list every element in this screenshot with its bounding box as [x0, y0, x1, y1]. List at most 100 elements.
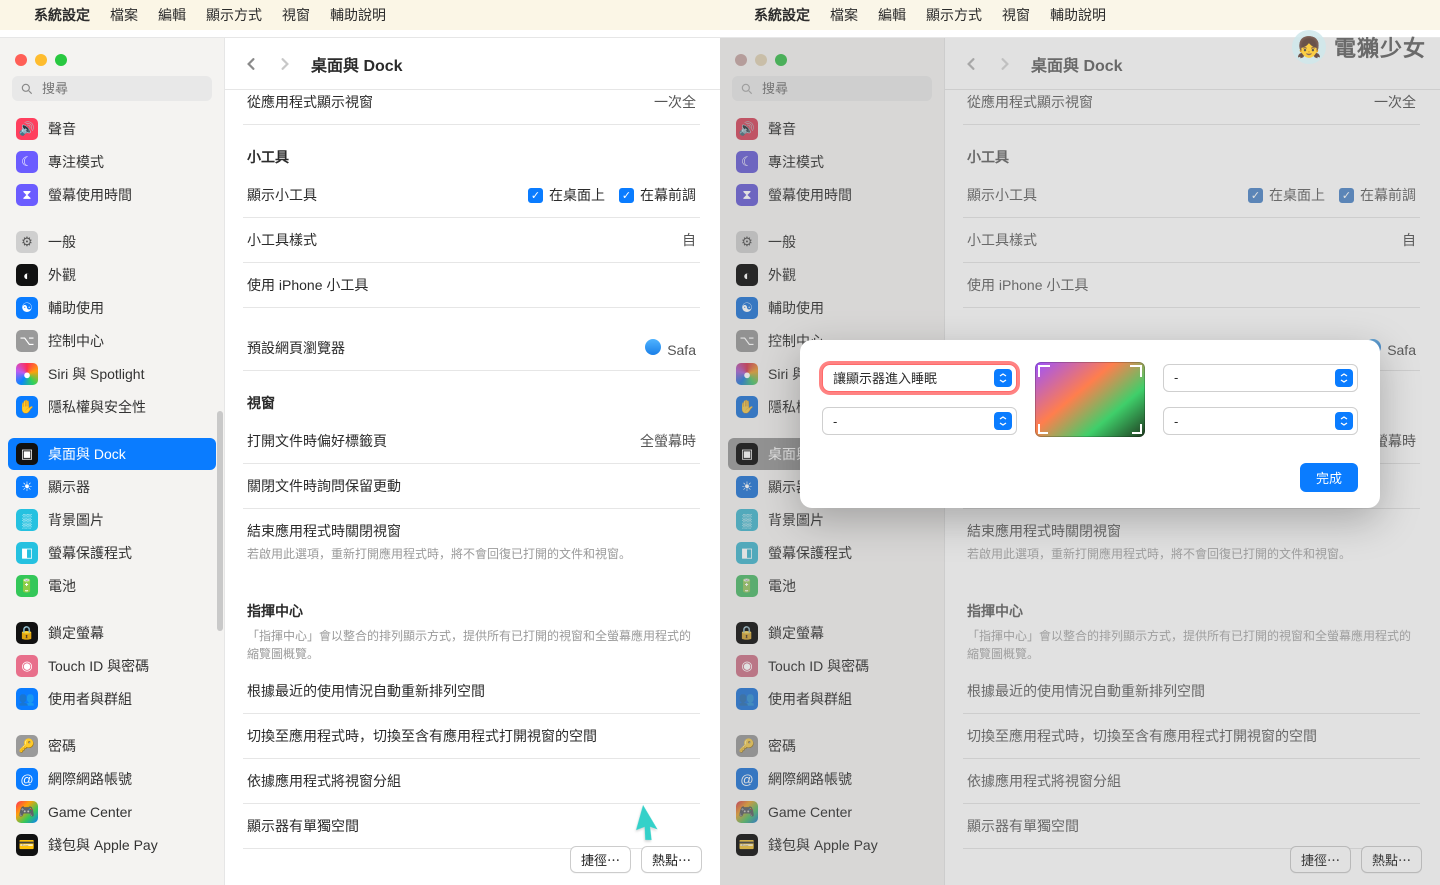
menubar: 系統設定 檔案 編輯 顯示方式 視窗 輔助說明: [0, 0, 720, 30]
zoom-icon[interactable]: [55, 54, 67, 66]
sidebar-item-icon: @: [16, 768, 38, 790]
done-button[interactable]: 完成: [1300, 463, 1358, 492]
close-icon[interactable]: [15, 54, 27, 66]
forward-button[interactable]: [271, 50, 299, 78]
sidebar-item-icon: 🔑: [16, 735, 38, 757]
sidebar-item[interactable]: 🎮Game Center: [8, 796, 216, 828]
sidebar-item-icon: ▣: [16, 443, 38, 465]
setting-row[interactable]: 依據應用程式將視窗分組: [243, 759, 700, 804]
content-toolbar: 桌面與 Dock: [225, 38, 720, 90]
setting-row-prefer-tabs[interactable]: 打開文件時偏好標籤頁全螢幕時: [243, 419, 700, 464]
minimize-icon[interactable]: [35, 54, 47, 66]
menubar-item[interactable]: 顯示方式: [926, 5, 982, 25]
hotcorners-button[interactable]: 熱點⋯: [641, 846, 702, 873]
back-button[interactable]: [237, 50, 265, 78]
sidebar-item[interactable]: ☾專注模式: [8, 146, 216, 178]
checkbox-desktop[interactable]: ✓在桌面上: [528, 185, 605, 205]
page-title: 桌面與 Dock: [311, 52, 403, 76]
scrollbar-thumb[interactable]: [217, 411, 223, 631]
sidebar-item-icon: 💳: [16, 834, 38, 856]
sidebar-item[interactable]: ◉Touch ID 與密碼: [8, 650, 216, 682]
menubar-item[interactable]: 編輯: [878, 5, 906, 25]
menubar-item[interactable]: 視窗: [282, 5, 310, 25]
setting-row: 從應用程式顯示視窗一次全: [243, 90, 700, 125]
setting-row-widget-style[interactable]: 小工具樣式自: [243, 218, 700, 263]
sidebar-item[interactable]: 🔒 鎖定螢幕: [8, 617, 216, 649]
sidebar-item-label: Touch ID 與密碼: [48, 656, 149, 676]
sidebar-item-icon: 👥: [16, 688, 38, 710]
sidebar-item[interactable]: 🔋電池: [8, 570, 216, 602]
menubar-item[interactable]: 輔助說明: [330, 5, 386, 25]
corner-select-bottom-left[interactable]: -: [822, 407, 1017, 435]
sidebar-item-label: 顯示器: [48, 477, 90, 497]
sidebar-item[interactable]: ●Siri 與 Spotlight: [8, 358, 216, 390]
checkbox-icon: ✓: [528, 188, 543, 203]
sidebar-item[interactable]: ⚙ 一般: [8, 226, 216, 258]
sidebar-item[interactable]: 🔑密碼: [8, 730, 216, 762]
sidebar-item-icon: ▒: [16, 509, 38, 531]
dropdown-icon: [994, 412, 1012, 430]
content-footer: 捷徑⋯ 熱點⋯: [570, 846, 702, 873]
menubar-item[interactable]: 編輯: [158, 5, 186, 25]
sidebar-item[interactable]: ◐外觀: [8, 259, 216, 291]
menubar-item[interactable]: 視窗: [1002, 5, 1030, 25]
sidebar-item[interactable]: ⧗螢幕使用時間: [8, 179, 216, 211]
sidebar-item-label: 鎖定螢幕: [48, 623, 104, 643]
chevron-left-icon: [245, 58, 257, 70]
corner-select-bottom-right[interactable]: -: [1163, 407, 1358, 435]
sidebar-item-icon: ⚙: [16, 231, 38, 253]
setting-row[interactable]: 根據最近的使用情況自動重新排列空間: [243, 669, 700, 714]
sidebar-item-icon: ◐: [16, 264, 38, 286]
setting-row-ask-keep-changes[interactable]: 關閉文件時詢問保留更動: [243, 464, 700, 509]
sidebar-item[interactable]: 💳錢包與 Apple Pay: [8, 829, 216, 861]
sidebar-item-icon: ⌥: [16, 330, 38, 352]
sidebar-item[interactable]: ☯輔助使用: [8, 292, 216, 324]
setting-row-default-browser[interactable]: 預設網頁瀏覽器Safa: [243, 326, 700, 371]
sidebar-item[interactable]: ✋隱私權與安全性: [8, 391, 216, 423]
setting-row-close-windows[interactable]: 結束應用程式時關閉視窗 若啟用此選項，重新打開應用程式時，將不會回復已打開的文件…: [243, 509, 700, 575]
corner-select-top-left[interactable]: 讓顯示器進入睡眠: [822, 364, 1017, 392]
sidebar-item-label: Game Center: [48, 804, 132, 820]
search-input[interactable]: [12, 76, 212, 101]
sidebar-item-icon: ✋: [16, 396, 38, 418]
sidebar-item[interactable]: ◧螢幕保護程式: [8, 537, 216, 569]
checkbox-stage[interactable]: ✓在幕前調: [619, 185, 696, 205]
menubar-item[interactable]: 輔助說明: [1050, 5, 1106, 25]
menubar-item[interactable]: 檔案: [830, 5, 858, 25]
sidebar-item[interactable]: ☀顯示器: [8, 471, 216, 503]
sidebar-item-label: 網際網路帳號: [48, 769, 132, 789]
sidebar-item-icon: 🔊: [16, 118, 38, 140]
menubar-app[interactable]: 系統設定: [754, 5, 810, 25]
sidebar-item[interactable]: ▒背景圖片: [8, 504, 216, 536]
sidebar-item[interactable]: @ 網際網路帳號: [8, 763, 216, 795]
screen-thumbnail: [1035, 362, 1145, 437]
section-subtext: 「指揮中心」會以整合的排列顯示方式，提供所有已打開的視窗和全螢幕應用程式的縮覽圖…: [243, 627, 700, 669]
section-header: 視窗: [243, 371, 700, 419]
sidebar-item-label: 螢幕使用時間: [48, 185, 132, 205]
setting-row-iphone-widgets[interactable]: 使用 iPhone 小工具: [243, 263, 700, 308]
content-pane: 桌面與 Dock 從應用程式顯示視窗一次全小工具 顯示小工具 ✓在桌面上 ✓在幕…: [225, 38, 720, 885]
sidebar-item-label: 一般: [48, 232, 76, 252]
menubar-item[interactable]: 檔案: [110, 5, 138, 25]
dropdown-icon: [994, 369, 1012, 387]
sidebar-item[interactable]: ▣桌面與 Dock: [8, 438, 216, 470]
shortcuts-button[interactable]: 捷徑⋯: [570, 846, 631, 873]
content-body[interactable]: 從應用程式顯示視窗一次全小工具 顯示小工具 ✓在桌面上 ✓在幕前調 小工具樣式自…: [225, 90, 720, 885]
corner-select-top-right[interactable]: -: [1163, 364, 1358, 392]
corner-label: -: [833, 414, 837, 429]
menubar-app[interactable]: 系統設定: [34, 5, 90, 25]
sidebar-item[interactable]: 👥使用者與群組: [8, 683, 216, 715]
search-icon: [20, 82, 34, 96]
sidebar-list[interactable]: 🔊聲音☾專注模式⧗螢幕使用時間 ⚙ 一般 ◐外觀☯輔助使用⌥控制中心●Siri 與 S…: [0, 111, 224, 885]
setting-row[interactable]: 切換至應用程式時，切換至含有應用程式打開視窗的空間: [243, 714, 700, 759]
sidebar-item-label: 電池: [48, 576, 76, 596]
sidebar-item[interactable]: 🔊聲音: [8, 113, 216, 145]
sidebar-item-icon: 🔒: [16, 622, 38, 644]
sidebar-item-label: Siri 與 Spotlight: [48, 364, 144, 384]
section-header: 指揮中心: [243, 575, 700, 627]
settings-window: 🔊聲音☾專注模式⧗螢幕使用時間 ⚙ 一般 ◐外觀☯輔助使用⌥控制中心●Siri 與 S…: [0, 37, 720, 885]
sidebar-item-icon: ◧: [16, 542, 38, 564]
window-traffic-lights[interactable]: [15, 54, 209, 66]
menubar-item[interactable]: 顯示方式: [206, 5, 262, 25]
sidebar-item[interactable]: ⌥控制中心: [8, 325, 216, 357]
